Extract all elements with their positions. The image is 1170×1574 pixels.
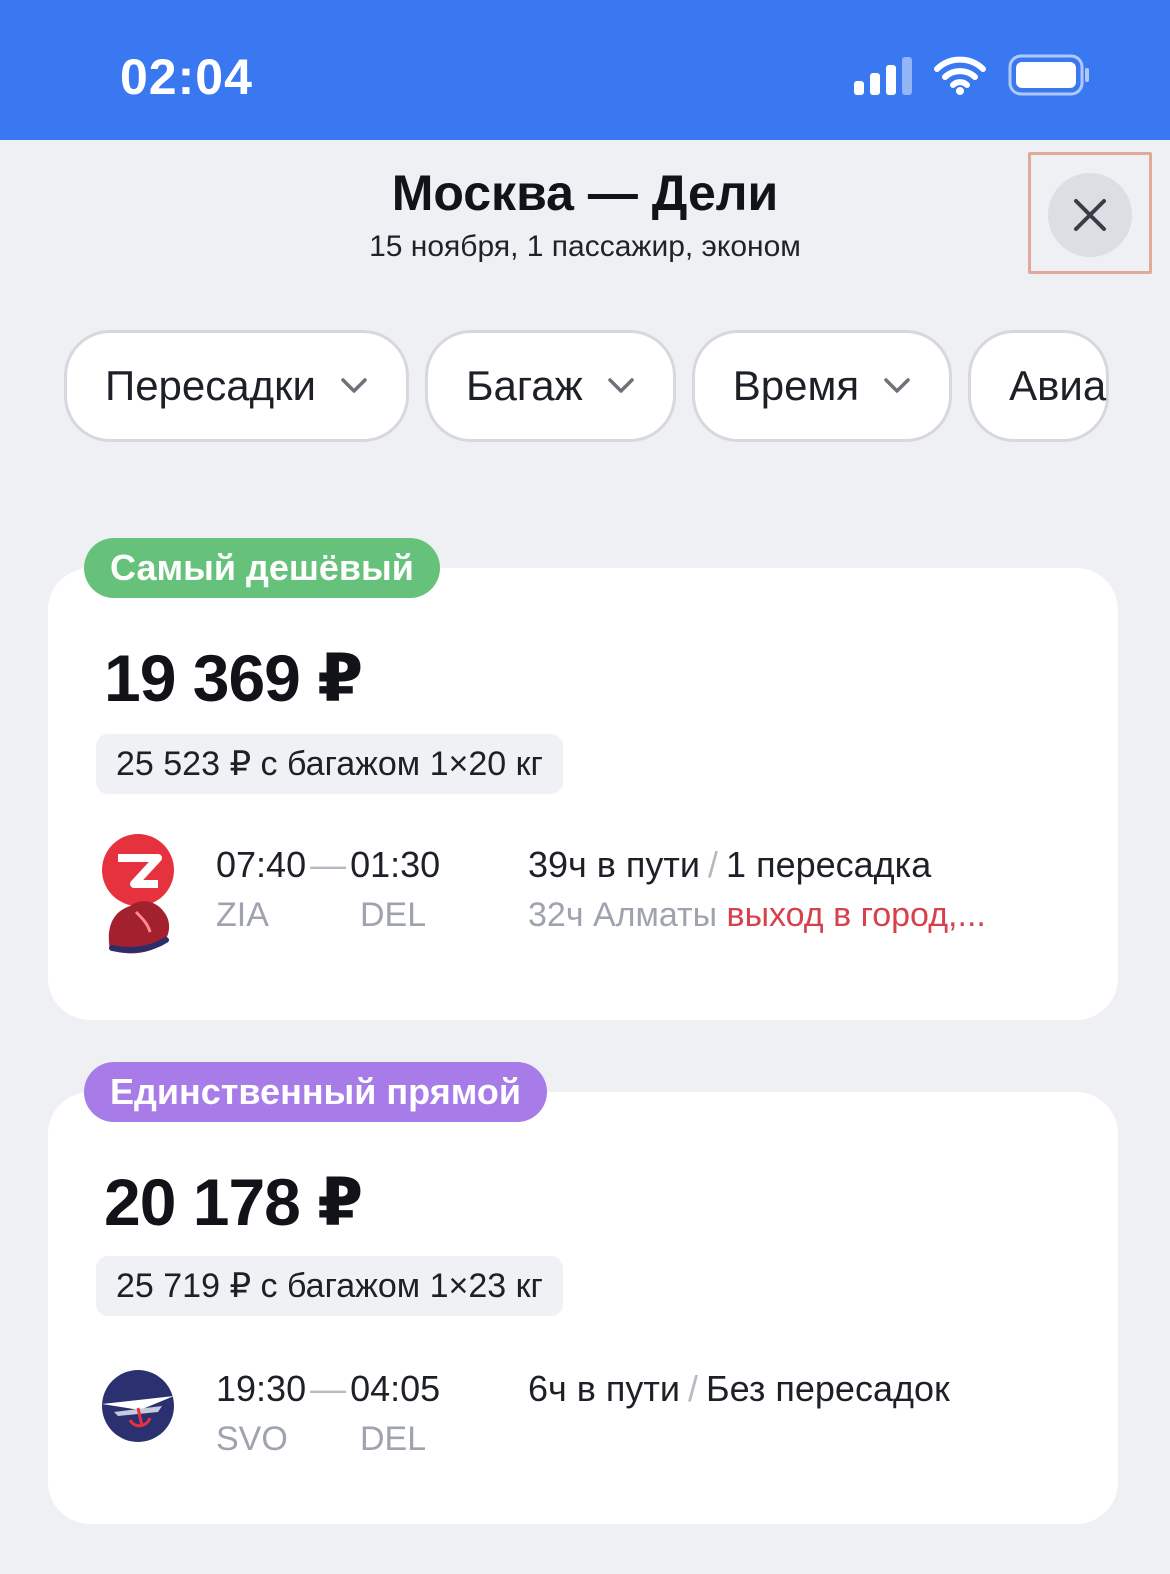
chevron-down-icon — [608, 378, 634, 393]
departure-code: SVO — [216, 1420, 288, 1458]
filter-label: Время — [732, 362, 860, 409]
airport-codes: ZIA DEL — [216, 896, 504, 935]
baggage-price: 25 719 ₽ с багажом 1×23 кг — [96, 1256, 563, 1316]
flight-duration: 6ч в пути — [528, 1368, 680, 1409]
close-button[interactable] — [1048, 173, 1132, 257]
status-bar: 02:04 — [0, 0, 1170, 140]
filter-bar: Пересадки Багаж Время Авиа — [64, 330, 1110, 442]
offer-card-direct[interactable]: Единственный прямой 20 178 ₽ 25 719 ₽ с … — [48, 1062, 1118, 1524]
offer-card-cheapest[interactable]: Самый дешёвый 19 369 ₽ 25 523 ₽ с багажо… — [48, 538, 1118, 1020]
status-icons — [854, 54, 1090, 96]
route-title: Москва — Дели — [391, 165, 779, 221]
stop-warning: выход в город,... — [726, 896, 986, 934]
cellular-signal-icon — [854, 55, 912, 95]
stops-count: 1 пересадка — [726, 844, 932, 885]
route-info: 39ч в пути/1 пересадка — [528, 844, 932, 885]
flight-times: 07:40—01:30 — [216, 844, 441, 885]
airport-codes: SVO DEL — [216, 1420, 504, 1459]
aeroflot-logo — [102, 1370, 174, 1442]
arrival-time: 01:30 — [350, 844, 441, 885]
stops-count: Без пересадок — [706, 1368, 950, 1409]
filter-transfers[interactable]: Пересадки — [64, 330, 409, 442]
chevron-down-icon — [884, 378, 910, 393]
status-time: 02:04 — [120, 49, 253, 105]
departure-time: 19:30 — [216, 1368, 307, 1409]
battery-icon — [1008, 54, 1089, 96]
stop-info: 32ч Алматы — [528, 896, 718, 934]
filter-airlines[interactable]: Авиа — [968, 330, 1110, 442]
offer-badge: Самый дешёвый — [84, 538, 440, 598]
flight-duration: 39ч в пути — [528, 844, 701, 885]
filter-label: Авиа — [1009, 362, 1107, 409]
search-header: Москва — Дели 15 ноября, 1 пассажир, эко… — [0, 140, 1170, 300]
flight-times: 19:30—04:05 — [216, 1368, 441, 1409]
baggage-price: 25 523 ₽ с багажом 1×20 кг — [96, 734, 563, 794]
chevron-down-icon — [341, 378, 367, 393]
filter-baggage[interactable]: Багаж — [424, 330, 676, 442]
close-icon — [1074, 199, 1106, 231]
departure-time: 07:40 — [216, 844, 307, 885]
departure-code: ZIA — [216, 896, 269, 934]
red-lion-airline-logo — [102, 834, 174, 954]
route-info: 6ч в пути / Без пересадок — [528, 1368, 950, 1409]
arrival-code: DEL — [360, 1420, 427, 1458]
offer-price: 19 369 ₽ — [104, 641, 363, 715]
close-button-highlight — [1028, 152, 1152, 274]
filter-label: Пересадки — [105, 362, 316, 409]
wifi-icon — [934, 56, 986, 95]
arrival-code: DEL — [360, 896, 427, 934]
offer-badge: Единственный прямой — [84, 1062, 547, 1122]
route-subtitle: 15 ноября, 1 пассажир, эконом — [369, 230, 801, 263]
arrival-time: 04:05 — [350, 1368, 441, 1409]
filter-time[interactable]: Время — [691, 330, 953, 442]
offer-price: 20 178 ₽ — [104, 1165, 363, 1239]
stop-details: 32ч Алматы выход в город,... — [528, 896, 986, 935]
filter-label: Багаж — [465, 362, 583, 409]
